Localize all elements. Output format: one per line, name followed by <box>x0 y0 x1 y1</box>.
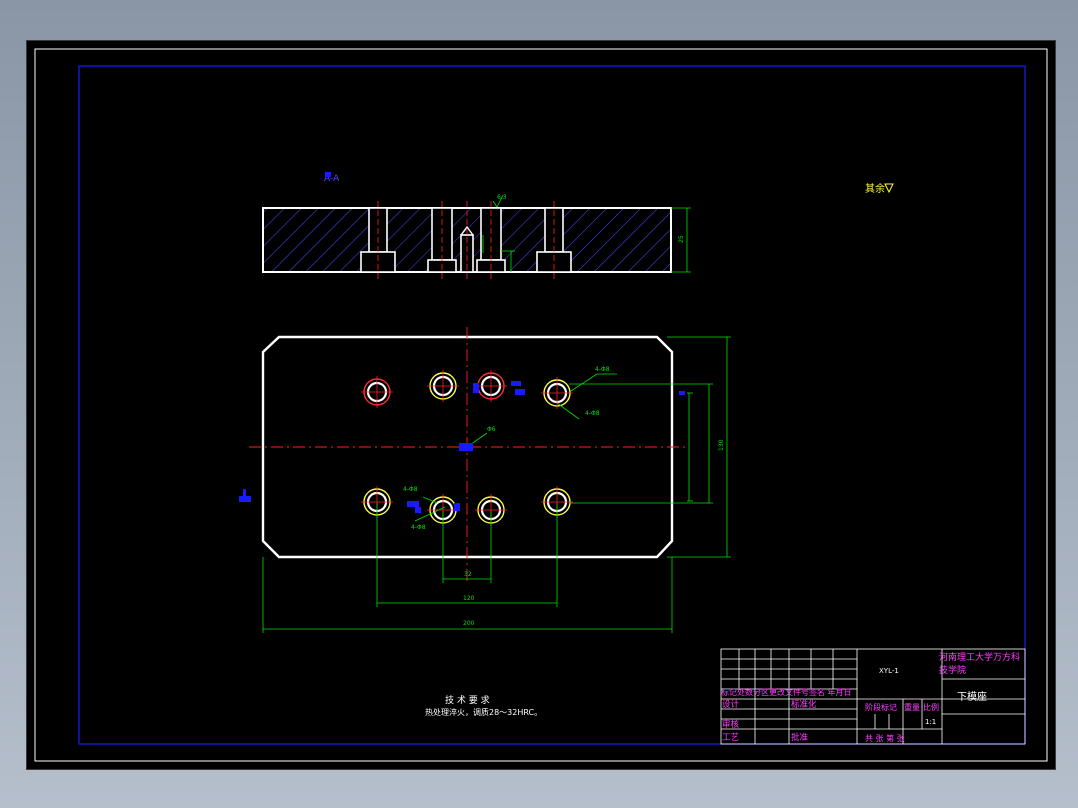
roughness-note: 其余 <box>865 182 885 195</box>
designer-label: 设计 <box>722 699 740 710</box>
hole-label-1: 4-Φ8 <box>595 366 610 373</box>
scale-label: 比例 <box>923 702 939 712</box>
dim-inner: 32 <box>464 571 472 578</box>
tech-req-text: 热处理淬火，调质28～32HRC。 <box>425 707 542 717</box>
school-line-2: 技学院 <box>939 664 966 676</box>
mounting-hole <box>427 370 459 402</box>
mounting-hole <box>541 377 573 409</box>
sheets-label: 共 张 第 张 <box>865 733 905 743</box>
review-label: 审核 <box>722 719 740 730</box>
drawing-number: XYL-1 <box>879 667 899 675</box>
cad-drawing: A-A 其余 6.3 25 200 120 32 130 4-Φ8 4-Φ8 4… <box>34 48 1048 762</box>
dim-total-height: 130 <box>718 439 725 451</box>
weight-label: 重量 <box>904 702 920 712</box>
process-label: 工艺 <box>722 733 739 743</box>
mounting-hole <box>361 376 393 408</box>
revision-header: 标记处数分区更改文件号签名 年月日 <box>721 687 852 697</box>
roughness-symbol-icon <box>884 183 894 194</box>
center-hole-label: Φ6 <box>487 426 496 433</box>
approve-label: 批准 <box>791 732 809 743</box>
section-view: 25 <box>262 201 691 281</box>
hole-label-3: 4-Φ8 <box>403 486 418 493</box>
mounting-hole <box>475 370 507 402</box>
title-block: 标记处数分区更改文件号签名 年月日 设计 标准化 审核 工艺 批准 阶段标记 重… <box>720 648 1026 745</box>
plan-view <box>249 327 687 581</box>
part-name: 下模座 <box>957 690 987 703</box>
stage-mark-label: 阶段标记 <box>865 702 897 712</box>
hole-label-2: 4-Φ8 <box>585 410 600 417</box>
school-line-1: 河南理工大学万方科 <box>939 651 1020 663</box>
tech-req-title: 技 术 要 求 <box>445 694 490 706</box>
dimension-lines <box>262 336 731 633</box>
drawing-viewport[interactable]: A-A 其余 6.3 25 200 120 32 130 4-Φ8 4-Φ8 4… <box>26 40 1056 770</box>
dim-top-height: 25 <box>678 235 685 243</box>
standardize-label: 标准化 <box>791 699 817 710</box>
dim-total-width: 200 <box>463 620 475 627</box>
hole-label-4: 4-Φ8 <box>411 524 426 531</box>
sheet-border <box>34 48 1048 762</box>
scale-value: 1:1 <box>925 718 936 726</box>
dim-hole-span: 120 <box>463 595 475 602</box>
